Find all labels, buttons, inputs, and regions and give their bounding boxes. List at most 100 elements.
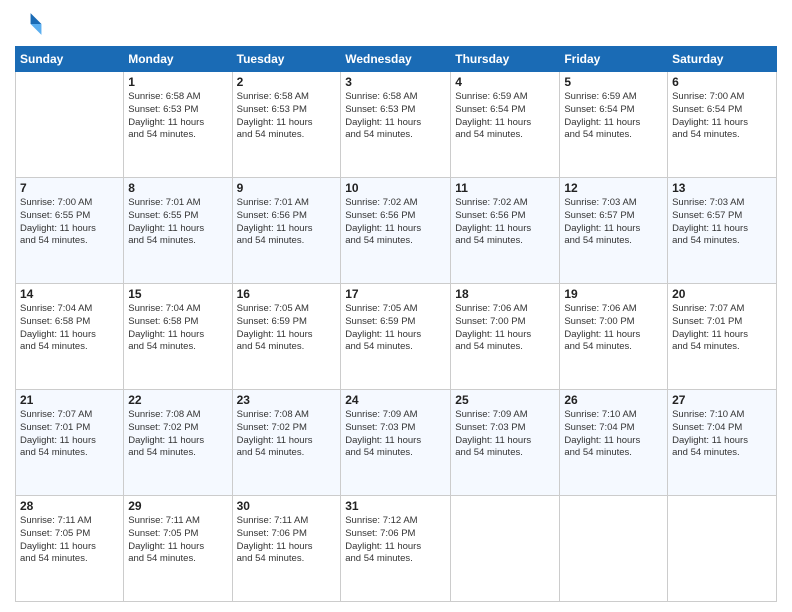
day-cell: 4 Sunrise: 6:59 AM Sunset: 6:54 PM Daylig…: [451, 72, 560, 178]
day-cell: 11 Sunrise: 7:02 AM Sunset: 6:56 PM Dayli…: [451, 178, 560, 284]
day-cell: 16 Sunrise: 7:05 AM Sunset: 6:59 PM Dayli…: [232, 284, 341, 390]
day-info: Sunrise: 7:06 AM Sunset: 7:00 PM Dayligh…: [564, 303, 663, 354]
day-cell: 12 Sunrise: 7:03 AM Sunset: 6:57 PM Dayli…: [560, 178, 668, 284]
day-info: Sunrise: 7:09 AM Sunset: 7:03 PM Dayligh…: [455, 409, 555, 460]
day-info: Sunrise: 7:11 AM Sunset: 7:05 PM Dayligh…: [20, 515, 119, 566]
day-cell: 24 Sunrise: 7:09 AM Sunset: 7:03 PM Dayli…: [341, 390, 451, 496]
day-number: 9: [237, 181, 337, 195]
column-header-row: SundayMondayTuesdayWednesdayThursdayFrid…: [16, 47, 777, 72]
day-info: Sunrise: 7:07 AM Sunset: 7:01 PM Dayligh…: [672, 303, 772, 354]
day-info: Sunrise: 7:04 AM Sunset: 6:58 PM Dayligh…: [128, 303, 227, 354]
day-cell: 29 Sunrise: 7:11 AM Sunset: 7:05 PM Dayli…: [124, 496, 232, 602]
day-cell: 10Sunrise: 7:02 AM Sunset: 6:56 PM Dayli…: [341, 178, 451, 284]
day-cell: 6Sunrise: 7:00 AM Sunset: 6:54 PM Daylig…: [668, 72, 777, 178]
day-cell: 14 Sunrise: 7:04 AM Sunset: 6:58 PM Dayli…: [16, 284, 124, 390]
day-info: Sunrise: 7:12 AM Sunset: 7:06 PM Dayligh…: [345, 515, 446, 566]
day-cell: 2Sunrise: 6:58 AM Sunset: 6:53 PM Daylig…: [232, 72, 341, 178]
column-header-wednesday: Wednesday: [341, 47, 451, 72]
week-row-1: 1 Sunrise: 6:58 AM Sunset: 6:53 PM Daylig…: [16, 72, 777, 178]
day-cell: 30Sunrise: 7:11 AM Sunset: 7:06 PM Dayli…: [232, 496, 341, 602]
day-info: Sunrise: 7:02 AM Sunset: 6:56 PM Dayligh…: [455, 197, 555, 248]
day-cell: 17 Sunrise: 7:05 AM Sunset: 6:59 PM Dayli…: [341, 284, 451, 390]
day-number: 4: [455, 75, 555, 89]
day-info: Sunrise: 7:00 AM Sunset: 6:54 PM Dayligh…: [672, 91, 772, 142]
day-number: 20: [672, 287, 772, 301]
day-number: 2: [237, 75, 337, 89]
day-number: 5: [564, 75, 663, 89]
day-cell: 1 Sunrise: 6:58 AM Sunset: 6:53 PM Daylig…: [124, 72, 232, 178]
day-number: 21: [20, 393, 119, 407]
day-number: 16: [237, 287, 337, 301]
day-info: Sunrise: 7:10 AM Sunset: 7:04 PM Dayligh…: [672, 409, 772, 460]
day-number: 14: [20, 287, 119, 301]
day-info: Sunrise: 7:02 AM Sunset: 6:56 PM Dayligh…: [345, 197, 446, 248]
day-number: 11: [455, 181, 555, 195]
day-info: Sunrise: 7:04 AM Sunset: 6:58 PM Dayligh…: [20, 303, 119, 354]
day-number: 27: [672, 393, 772, 407]
day-number: 18: [455, 287, 555, 301]
day-info: Sunrise: 6:58 AM Sunset: 6:53 PM Dayligh…: [128, 91, 227, 142]
day-info: Sunrise: 7:11 AM Sunset: 7:05 PM Dayligh…: [128, 515, 227, 566]
day-cell: [668, 496, 777, 602]
week-row-4: 21Sunrise: 7:07 AM Sunset: 7:01 PM Dayli…: [16, 390, 777, 496]
day-cell: 25 Sunrise: 7:09 AM Sunset: 7:03 PM Dayli…: [451, 390, 560, 496]
day-cell: [560, 496, 668, 602]
day-info: Sunrise: 6:59 AM Sunset: 6:54 PM Dayligh…: [564, 91, 663, 142]
day-info: Sunrise: 6:59 AM Sunset: 6:54 PM Dayligh…: [455, 91, 555, 142]
day-info: Sunrise: 7:05 AM Sunset: 6:59 PM Dayligh…: [345, 303, 446, 354]
day-info: Sunrise: 7:01 AM Sunset: 6:55 PM Dayligh…: [128, 197, 227, 248]
day-number: 31: [345, 499, 446, 513]
day-cell: 20 Sunrise: 7:07 AM Sunset: 7:01 PM Dayli…: [668, 284, 777, 390]
week-row-5: 28Sunrise: 7:11 AM Sunset: 7:05 PM Dayli…: [16, 496, 777, 602]
day-cell: 18Sunrise: 7:06 AM Sunset: 7:00 PM Dayli…: [451, 284, 560, 390]
day-cell: 13 Sunrise: 7:03 AM Sunset: 6:57 PM Dayli…: [668, 178, 777, 284]
day-info: Sunrise: 7:03 AM Sunset: 6:57 PM Dayligh…: [564, 197, 663, 248]
day-cell: 15 Sunrise: 7:04 AM Sunset: 6:58 PM Dayli…: [124, 284, 232, 390]
day-number: 24: [345, 393, 446, 407]
day-number: 25: [455, 393, 555, 407]
day-number: 13: [672, 181, 772, 195]
day-number: 1: [128, 75, 227, 89]
day-info: Sunrise: 7:10 AM Sunset: 7:04 PM Dayligh…: [564, 409, 663, 460]
day-cell: 22Sunrise: 7:08 AM Sunset: 7:02 PM Dayli…: [124, 390, 232, 496]
week-row-2: 7 Sunrise: 7:00 AM Sunset: 6:55 PM Daylig…: [16, 178, 777, 284]
day-cell: 23Sunrise: 7:08 AM Sunset: 7:02 PM Dayli…: [232, 390, 341, 496]
day-cell: [16, 72, 124, 178]
day-info: Sunrise: 7:09 AM Sunset: 7:03 PM Dayligh…: [345, 409, 446, 460]
day-info: Sunrise: 7:03 AM Sunset: 6:57 PM Dayligh…: [672, 197, 772, 248]
day-cell: 31 Sunrise: 7:12 AM Sunset: 7:06 PM Dayli…: [341, 496, 451, 602]
column-header-thursday: Thursday: [451, 47, 560, 72]
day-cell: 28Sunrise: 7:11 AM Sunset: 7:05 PM Dayli…: [16, 496, 124, 602]
day-cell: 27 Sunrise: 7:10 AM Sunset: 7:04 PM Dayli…: [668, 390, 777, 496]
day-number: 12: [564, 181, 663, 195]
day-info: Sunrise: 7:00 AM Sunset: 6:55 PM Dayligh…: [20, 197, 119, 248]
day-cell: 7 Sunrise: 7:00 AM Sunset: 6:55 PM Daylig…: [16, 178, 124, 284]
logo: [15, 10, 47, 38]
day-cell: 19 Sunrise: 7:06 AM Sunset: 7:00 PM Dayli…: [560, 284, 668, 390]
day-number: 30: [237, 499, 337, 513]
column-header-saturday: Saturday: [668, 47, 777, 72]
day-number: 17: [345, 287, 446, 301]
calendar-table: SundayMondayTuesdayWednesdayThursdayFrid…: [15, 46, 777, 602]
header: [15, 10, 777, 38]
day-cell: 8Sunrise: 7:01 AM Sunset: 6:55 PM Daylig…: [124, 178, 232, 284]
column-header-monday: Monday: [124, 47, 232, 72]
week-row-3: 14 Sunrise: 7:04 AM Sunset: 6:58 PM Dayli…: [16, 284, 777, 390]
day-number: 26: [564, 393, 663, 407]
day-info: Sunrise: 7:01 AM Sunset: 6:56 PM Dayligh…: [237, 197, 337, 248]
day-number: 19: [564, 287, 663, 301]
day-number: 15: [128, 287, 227, 301]
day-cell: [451, 496, 560, 602]
day-info: Sunrise: 7:05 AM Sunset: 6:59 PM Dayligh…: [237, 303, 337, 354]
day-info: Sunrise: 7:08 AM Sunset: 7:02 PM Dayligh…: [128, 409, 227, 460]
day-cell: 26 Sunrise: 7:10 AM Sunset: 7:04 PM Dayli…: [560, 390, 668, 496]
day-cell: 5 Sunrise: 6:59 AM Sunset: 6:54 PM Daylig…: [560, 72, 668, 178]
day-number: 29: [128, 499, 227, 513]
day-cell: 9 Sunrise: 7:01 AM Sunset: 6:56 PM Daylig…: [232, 178, 341, 284]
column-header-friday: Friday: [560, 47, 668, 72]
day-number: 7: [20, 181, 119, 195]
day-cell: 21Sunrise: 7:07 AM Sunset: 7:01 PM Dayli…: [16, 390, 124, 496]
day-info: Sunrise: 7:08 AM Sunset: 7:02 PM Dayligh…: [237, 409, 337, 460]
day-cell: 3Sunrise: 6:58 AM Sunset: 6:53 PM Daylig…: [341, 72, 451, 178]
page: SundayMondayTuesdayWednesdayThursdayFrid…: [0, 0, 792, 612]
